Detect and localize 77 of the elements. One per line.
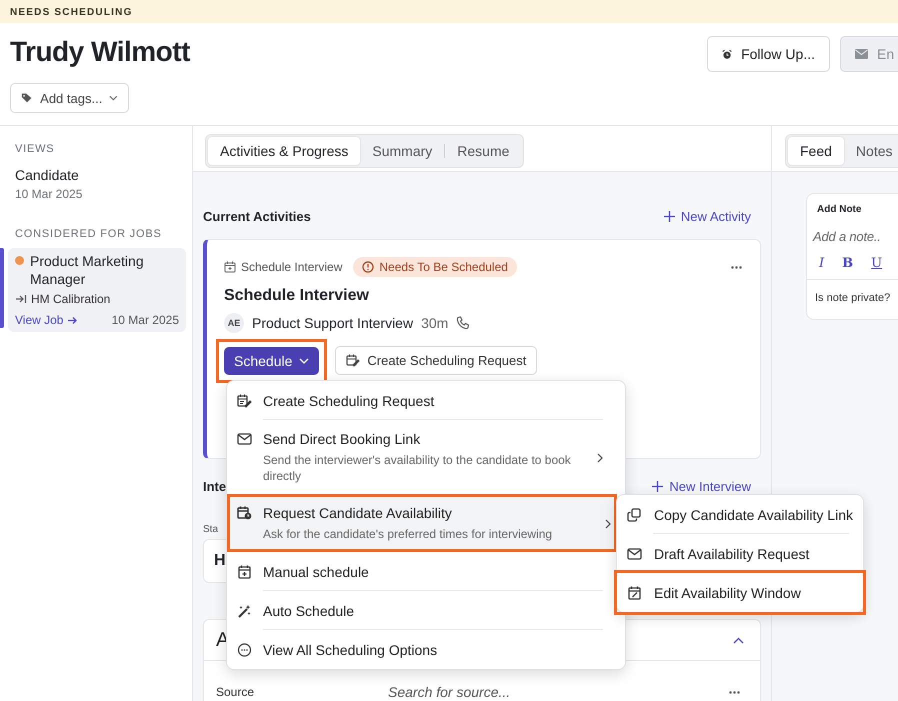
source-search-field[interactable]: Search for source... xyxy=(386,683,719,701)
menu-item[interactable]: Request Candidate Availability Ask for the candidate's preferred times for interviewing xyxy=(227,494,617,552)
tab[interactable]: Feed xyxy=(788,137,844,165)
calendar-edit-icon xyxy=(346,354,360,367)
tag-icon xyxy=(21,92,34,104)
plus-icon xyxy=(652,481,664,492)
field-label: Sta xyxy=(203,524,218,535)
activity-type: Schedule Interview xyxy=(241,260,342,274)
calendar-edit-icon xyxy=(627,586,642,600)
avatar: AE xyxy=(224,313,244,333)
more-icon[interactable] xyxy=(729,690,740,694)
tab[interactable]: Activities & Progress xyxy=(208,137,360,165)
duration: 30m xyxy=(421,315,448,331)
candidate-name: Trudy Wilmott xyxy=(10,36,190,68)
phone-icon xyxy=(456,316,470,330)
tab[interactable]: Notes xyxy=(844,137,898,165)
menu-item[interactable]: Auto Schedule xyxy=(227,591,617,630)
copy-icon xyxy=(627,508,642,522)
calendar-icon xyxy=(224,261,236,273)
section-heading: CONSIDERED FOR JOBS xyxy=(14,228,163,240)
view-title[interactable]: Candidate xyxy=(15,167,179,183)
chevron-up-icon[interactable] xyxy=(733,636,744,644)
menu-item[interactable]: Edit Availability Window xyxy=(617,573,863,612)
note-field[interactable]: Add a note.. xyxy=(813,229,881,244)
magic-wand-icon xyxy=(237,604,252,618)
calendar-clock-icon xyxy=(237,506,252,520)
follow-up-button[interactable]: Follow Up... xyxy=(707,36,830,72)
field-label: Source xyxy=(216,685,256,699)
section-heading: VIEWS xyxy=(14,143,56,155)
menu-item[interactable]: Draft Availability Request xyxy=(617,534,863,573)
menu-item[interactable]: Send Direct Booking Link Send the interviewer's availability to the candidate to book directly xyxy=(227,420,617,494)
alert-circle-icon xyxy=(362,261,374,273)
menu-item[interactable]: Create Scheduling Request xyxy=(227,381,617,420)
schedule-button[interactable]: Schedule xyxy=(224,346,320,374)
job-stage: HM Calibration xyxy=(31,292,110,306)
new-interview-link[interactable]: New Interview xyxy=(652,479,751,494)
section-title: Current Activities xyxy=(203,209,311,224)
envelope-icon xyxy=(237,432,252,446)
calendar-edit-icon xyxy=(237,394,252,408)
section-title: Inte xyxy=(203,479,226,494)
job-date: 10 Mar 2025 xyxy=(112,313,179,327)
card-title: Add Note xyxy=(816,203,862,215)
menu-item[interactable]: Manual schedule xyxy=(227,552,617,591)
menu-item[interactable]: Copy Candidate Availability Link xyxy=(617,495,863,534)
chevron-down-icon xyxy=(109,95,118,101)
tab[interactable]: Resume xyxy=(445,137,522,165)
underline-button[interactable]: U xyxy=(869,256,884,271)
alarm-clock-icon xyxy=(722,48,732,60)
view-date: 10 Mar 2025 xyxy=(15,187,84,201)
chevron-right-icon xyxy=(605,518,611,528)
arrow-to-line-icon xyxy=(15,294,27,304)
activity-title: Schedule Interview xyxy=(224,287,370,305)
interview-name: Product Support Interview xyxy=(252,315,414,331)
new-activity-link[interactable]: New Activity xyxy=(664,209,751,224)
private-label: Is note private? xyxy=(815,292,890,304)
bold-button[interactable]: B xyxy=(840,256,856,271)
envelope-icon xyxy=(855,49,868,59)
create-request-button[interactable]: Create Scheduling Request xyxy=(335,346,538,375)
job-title: Product Marketing Manager xyxy=(30,252,145,288)
status-badge: Needs To Be Scheduled xyxy=(353,257,517,277)
interview-card-title: H xyxy=(214,552,226,570)
view-job-link[interactable]: View Job xyxy=(15,313,78,327)
chevron-right-icon xyxy=(597,452,603,462)
ellipsis-circle-icon xyxy=(237,643,252,657)
arrow-right-icon xyxy=(67,316,78,324)
calendar-plus-icon xyxy=(237,565,252,579)
tags-dropdown[interactable]: Add tags... xyxy=(10,83,129,113)
italic-button[interactable]: I xyxy=(817,256,826,271)
envelope-icon xyxy=(627,546,642,560)
item-description: Send the interviewer's availability to the candidate to book directly xyxy=(263,452,572,484)
tab[interactable]: Summary xyxy=(360,137,444,165)
chevron-down-icon xyxy=(299,358,310,364)
menu-item[interactable]: View All Scheduling Options xyxy=(227,630,617,669)
item-description: Ask for the candidate's preferred times for interviewing xyxy=(263,526,554,542)
status-label: NEEDS SCHEDULING xyxy=(10,7,133,18)
plus-icon xyxy=(664,211,675,222)
more-icon[interactable] xyxy=(731,266,742,268)
